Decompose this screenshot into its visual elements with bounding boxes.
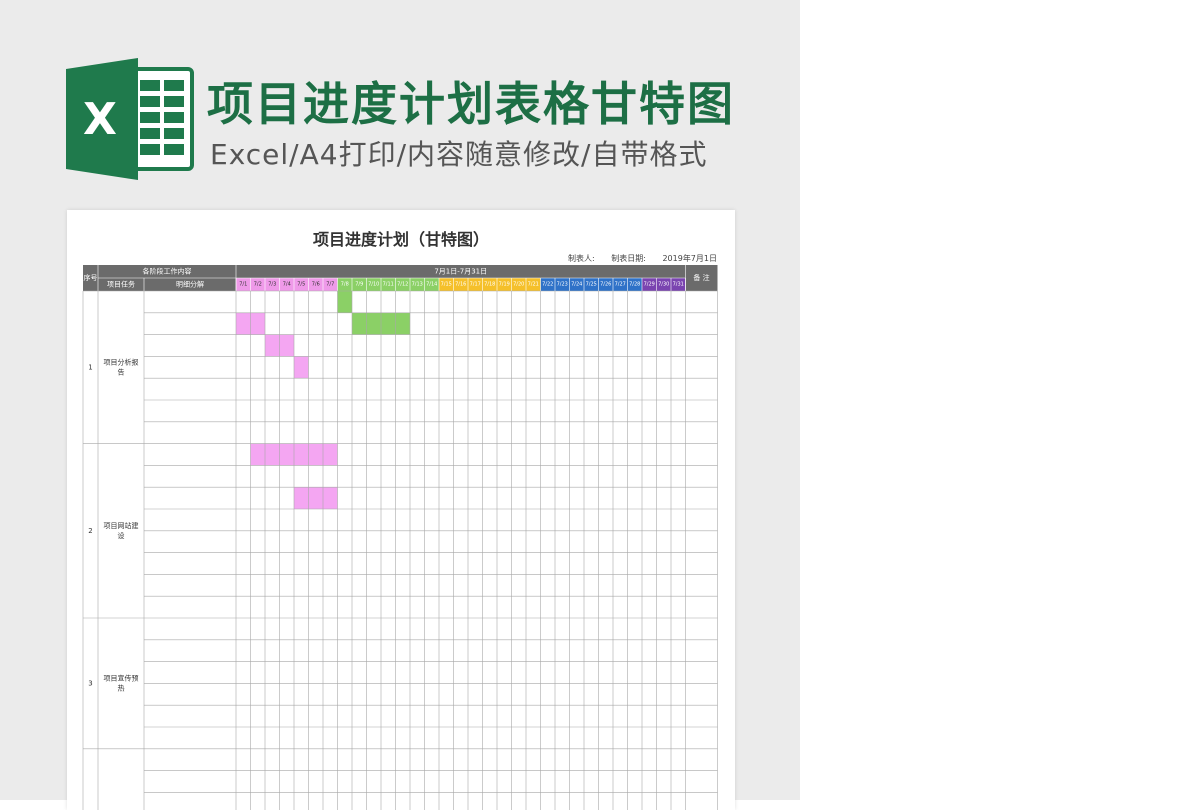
- day-label: 7/22: [542, 282, 553, 288]
- day-label: 7/15: [441, 282, 452, 288]
- day-label: 7/30: [658, 282, 669, 288]
- day-label: 7/13: [412, 282, 423, 288]
- header-seq: 序号: [84, 273, 98, 282]
- day-label: 7/12: [397, 282, 408, 288]
- excel-logo-icon: X: [66, 58, 194, 180]
- day-label: 7/26: [600, 282, 611, 288]
- day-label: 7/31: [673, 282, 684, 288]
- group-task: 项目网站建设: [104, 521, 139, 540]
- maker-label: 制表人:: [567, 254, 595, 263]
- day-label: 7/6: [312, 282, 320, 288]
- group-task: 项目宣传预热: [104, 673, 139, 692]
- gantt-bar: [294, 487, 338, 509]
- header-group: 各阶段工作内容: [143, 267, 192, 276]
- day-label: 7/3: [268, 282, 276, 288]
- day-label: 7/20: [513, 282, 524, 288]
- day-label: 7/14: [426, 282, 437, 288]
- day-label: 7/1: [239, 282, 247, 288]
- day-label: 7/24: [571, 282, 582, 288]
- logo-letter: X: [83, 94, 117, 145]
- group-task: 项目分析报告: [104, 357, 139, 376]
- header-period: 7月1日-7月31日: [434, 268, 487, 276]
- day-label: 7/7: [326, 282, 334, 288]
- day-label: 7/29: [644, 282, 655, 288]
- day-label: 7/5: [297, 282, 305, 288]
- banner-subtitle: Excel/A4打印/内容随意修改/自带格式: [210, 138, 708, 171]
- day-label: 7/25: [586, 282, 597, 288]
- group-seq: 1: [88, 363, 92, 371]
- date-value: 2019年7月1日: [662, 254, 717, 263]
- day-label: 7/19: [499, 282, 510, 288]
- gantt-bar: [294, 356, 309, 379]
- group-seq: 2: [88, 527, 92, 535]
- day-label: 7/16: [455, 282, 466, 288]
- day-label: 7/2: [254, 282, 262, 288]
- header-task: 项目任务: [107, 280, 135, 289]
- document-title: 项目进度计划（甘特图）: [312, 230, 489, 249]
- day-label: 7/28: [629, 282, 640, 288]
- day-label: 7/17: [470, 282, 481, 288]
- day-label: 7/23: [557, 282, 568, 288]
- day-label: 7/4: [283, 282, 291, 288]
- document-meta: 制表人: 制表日期: 2019年7月1日: [554, 253, 717, 264]
- gantt-table: 序号 各阶段工作内容项目任务 明细分解 7月1日-7月31日备 注 7/1 7/2 7/3 7…: [82, 265, 718, 810]
- date-label: 制表日期:: [611, 254, 646, 263]
- day-label: 7/21: [528, 282, 539, 288]
- day-label: 7/10: [368, 282, 379, 288]
- document-page: 序号 各阶段工作内容 项目任务 明细分解 7月1日-7月31日备 注 7/1 7/2 7/3 7…: [67, 210, 735, 810]
- header-remark: 备 注: [693, 273, 709, 282]
- gantt-bar: [337, 291, 352, 313]
- banner-title: 项目进度计划表格甘特图: [207, 77, 735, 131]
- day-label: 7/27: [615, 282, 626, 288]
- day-label: 7/18: [484, 282, 495, 288]
- group-seq: 3: [88, 679, 92, 687]
- header-detail: 明细分解: [176, 280, 204, 289]
- day-label: 7/11: [383, 282, 394, 288]
- header-row-2-left: [83, 278, 236, 291]
- day-label: 7/8: [341, 282, 349, 288]
- day-label: 7/9: [355, 282, 363, 288]
